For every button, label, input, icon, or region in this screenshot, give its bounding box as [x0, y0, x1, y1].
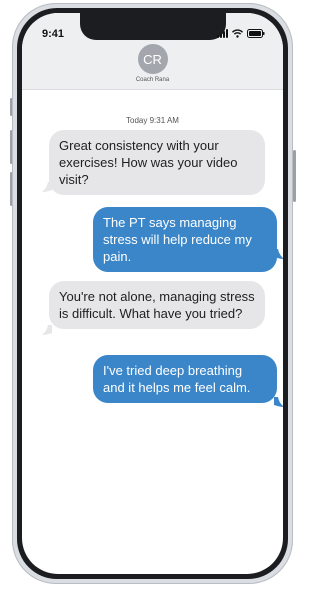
outgoing-message[interactable]: I've tried deep breathing and it helps m…: [93, 355, 277, 403]
contact-avatar[interactable]: CR: [137, 44, 168, 74]
status-time: 9:41: [42, 28, 65, 40]
signal-icon: [217, 29, 228, 38]
wifi-icon: [232, 29, 243, 38]
outgoing-bubble-tail: [274, 249, 283, 259]
message-text: You're not alone, managing stress is dif…: [59, 289, 255, 321]
phone-bezel: 9:41 CR Coach Rana Today 9:31 AM Great c…: [17, 8, 288, 579]
contact-name[interactable]: Coach Rana: [22, 77, 283, 83]
incoming-bubble-tail: [42, 182, 52, 192]
message-text: The PT says managing stress will help re…: [103, 215, 252, 264]
incoming-bubble-tail: [42, 325, 52, 335]
phone-frame: 9:41 CR Coach Rana Today 9:31 AM Great c…: [12, 3, 293, 584]
battery-icon: [247, 29, 265, 38]
incoming-message[interactable]: You're not alone, managing stress is dif…: [49, 281, 265, 329]
incoming-message[interactable]: Great consistency with your exercises! H…: [49, 130, 265, 195]
message-text: I've tried deep breathing and it helps m…: [103, 363, 251, 395]
conversation-header: 9:41 CR Coach Rana: [22, 13, 283, 90]
phone-screen: 9:41 CR Coach Rana Today 9:31 AM Great c…: [22, 13, 283, 574]
message-text: Great consistency with your exercises! H…: [59, 138, 238, 187]
power-button: [293, 150, 296, 202]
status-icons: [217, 29, 265, 38]
outgoing-message[interactable]: The PT says managing stress will help re…: [93, 207, 277, 272]
notch: [79, 13, 226, 40]
conversation-timestamp: Today 9:31 AM: [126, 116, 179, 125]
outgoing-bubble-tail: [274, 397, 283, 407]
